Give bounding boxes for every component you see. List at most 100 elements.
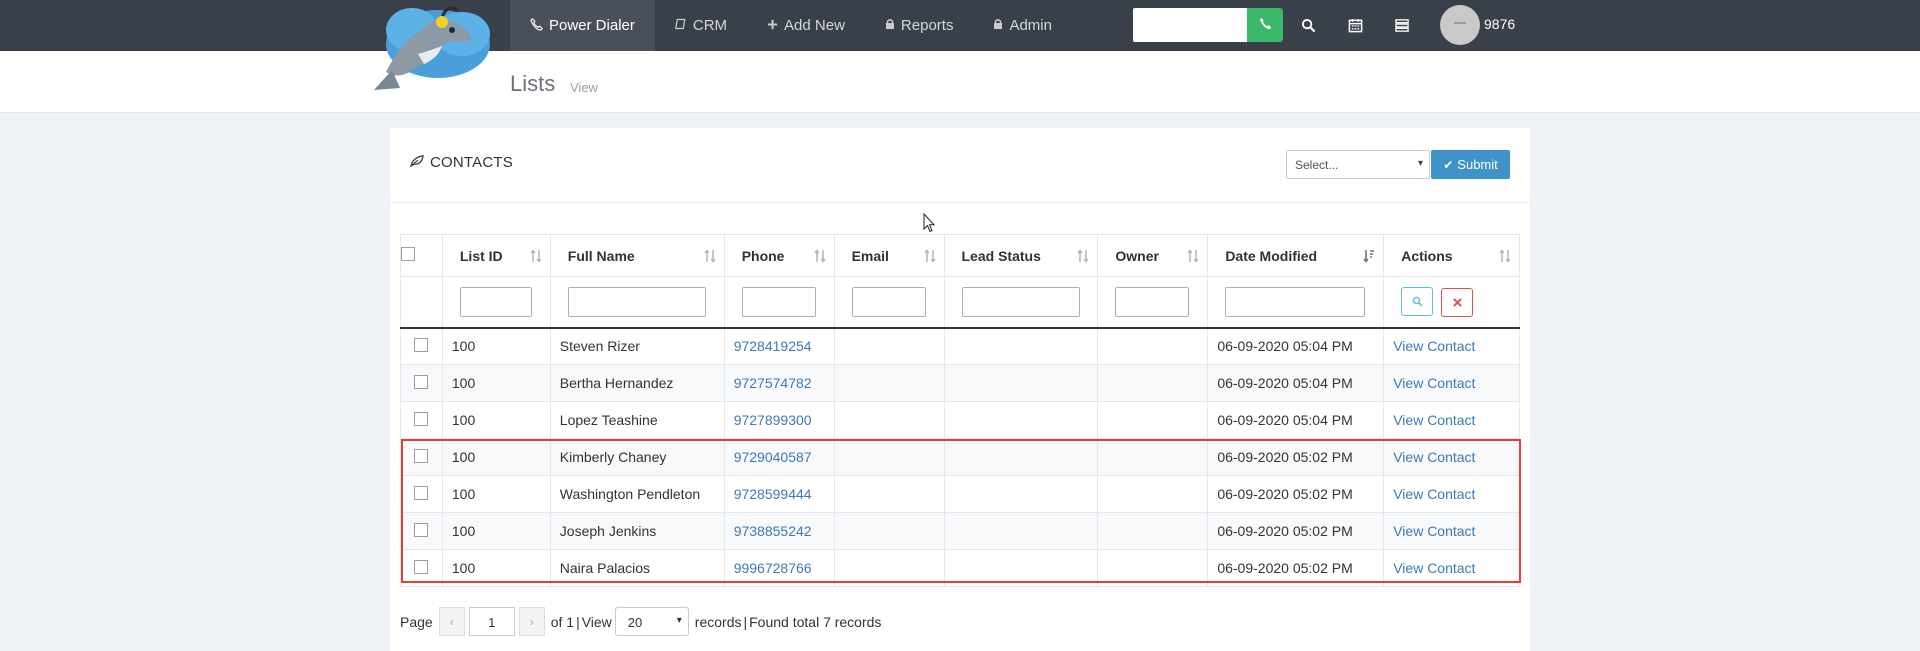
list-id-text: 100 [451,449,476,465]
nav-label: Admin [1009,17,1052,34]
row-checkbox[interactable] [414,522,429,537]
cell-email [833,549,945,587]
table-body: 100 Steven Rizer 9728419254 06-09-2020 05:0… [400,327,1520,587]
list-icon[interactable] [1390,13,1414,37]
dial-number-input[interactable] [1133,8,1247,42]
call-button[interactable] [1247,8,1283,42]
select-all-cell [400,234,443,277]
row-checkbox[interactable] [414,485,429,500]
row-checkbox[interactable] [414,448,429,463]
user-extension: 9876 [1484,16,1516,32]
calendar-icon[interactable] [1343,13,1367,37]
cell-list-id: 100 [441,364,551,402]
cell-lead-status [943,438,1099,476]
cell-phone: 9729040587 [723,438,835,476]
submit-button[interactable]: ✔ Submit [1431,150,1510,179]
cell-phone: 9727574782 [723,364,835,402]
filter-clear-button[interactable] [1441,287,1474,317]
date-modified-text: 06-09-2020 05:02 PM [1217,523,1353,539]
cell-date-modified: 06-09-2020 05:04 PM [1207,327,1385,365]
list-id-text: 100 [451,375,476,391]
mouse-cursor-icon [923,212,936,236]
row-checkbox[interactable] [414,374,429,389]
list-id-text: 100 [451,523,476,539]
cell-email [833,512,945,550]
filter-full-name-input[interactable] [567,286,706,317]
view-contact-link[interactable]: View Contact [1393,375,1475,391]
cell-owner [1097,512,1209,550]
avatar[interactable] [1440,5,1480,45]
phone-link[interactable]: 9996728766 [734,560,812,576]
chevron-down-icon: ▾ [676,615,682,626]
cell-list-id: 100 [441,512,551,550]
phone-link[interactable]: 9727574782 [734,375,812,391]
main-nav: Power Dialer CRM Add New Reports Admin [510,0,1072,51]
cell-email [833,327,945,365]
nav-crm[interactable]: CRM [655,0,747,51]
top-navbar: Power Dialer CRM Add New Reports Admin 9… [0,0,1920,51]
nav-reports[interactable]: Reports [865,0,974,51]
card-header: CONTACTS Select... ▾ ✔ Submit [390,128,1530,203]
col-header-phone[interactable]: Phone [723,234,835,277]
filter-date-modified-input[interactable] [1225,286,1366,317]
col-header-owner[interactable]: Owner [1097,234,1209,277]
row-checkbox[interactable] [414,337,429,352]
phone-link[interactable]: 9728419254 [734,338,812,354]
full-name-text: Kimberly Chaney [559,449,667,465]
col-header-date-modified[interactable]: Date Modified [1207,234,1385,277]
cell-email [833,475,945,513]
action-select[interactable]: Select... ▾ [1286,150,1430,179]
sort-icon [1187,249,1199,263]
phone-link[interactable]: 9738855242 [734,523,812,539]
view-contact-link[interactable]: View Contact [1393,449,1475,465]
cell-lead-status [943,475,1099,513]
filter-email-input[interactable] [851,286,926,317]
dolphin-logo[interactable] [372,0,498,92]
row-checkbox-cell [400,401,443,439]
per-page-select[interactable]: 20 ▾ [614,607,689,636]
date-modified-text: 06-09-2020 05:02 PM [1217,449,1353,465]
cell-lead-status [943,401,1099,439]
search-icon[interactable] [1296,13,1320,37]
sort-desc-icon [1363,250,1375,263]
phone-link[interactable]: 9727899300 [734,412,812,428]
cell-list-id: 100 [441,401,551,439]
cell-owner [1097,401,1209,439]
page-number-input[interactable]: 1 [468,607,515,636]
row-checkbox[interactable] [414,559,429,574]
col-header-email[interactable]: Email [833,234,945,277]
filter-lead-status-input[interactable] [961,286,1080,317]
col-header-actions[interactable]: Actions [1383,234,1520,277]
phone-icon [1259,17,1272,33]
phone-link[interactable]: 9729040587 [734,449,812,465]
view-label: View [581,613,612,630]
view-contact-link[interactable]: View Contact [1393,486,1475,502]
leaf-icon [410,154,424,171]
filter-owner-input[interactable] [1115,286,1190,317]
col-header-lead-status[interactable]: Lead Status [943,234,1099,277]
nav-power-dialer[interactable]: Power Dialer [510,0,655,51]
filter-cell [441,276,551,329]
col-header-full-name[interactable]: Full Name [549,234,725,277]
card-title: CONTACTS [410,154,513,171]
filter-list-id-input[interactable] [459,286,532,317]
select-all-checkbox[interactable] [401,247,415,261]
prev-page-button[interactable]: ‹ [438,607,465,636]
view-contact-link[interactable]: View Contact [1393,523,1475,539]
date-modified-text: 06-09-2020 05:04 PM [1217,375,1353,391]
filter-phone-input[interactable] [741,286,816,317]
nav-add-new[interactable]: Add New [747,0,865,51]
phone-link[interactable]: 9728599444 [734,486,812,502]
cell-phone: 9727899300 [723,401,835,439]
row-checkbox[interactable] [414,411,429,426]
filter-search-button[interactable] [1401,286,1434,316]
view-contact-link[interactable]: View Contact [1393,560,1475,576]
view-contact-link[interactable]: View Contact [1393,412,1475,428]
nav-admin[interactable]: Admin [973,0,1072,51]
view-contact-link[interactable]: View Contact [1393,338,1475,354]
date-modified-text: 06-09-2020 05:04 PM [1217,338,1353,355]
col-header-list-id[interactable]: List ID [441,234,551,277]
filter-cell [1383,276,1520,329]
next-page-button[interactable]: › [518,607,545,636]
filter-cell [833,276,945,329]
